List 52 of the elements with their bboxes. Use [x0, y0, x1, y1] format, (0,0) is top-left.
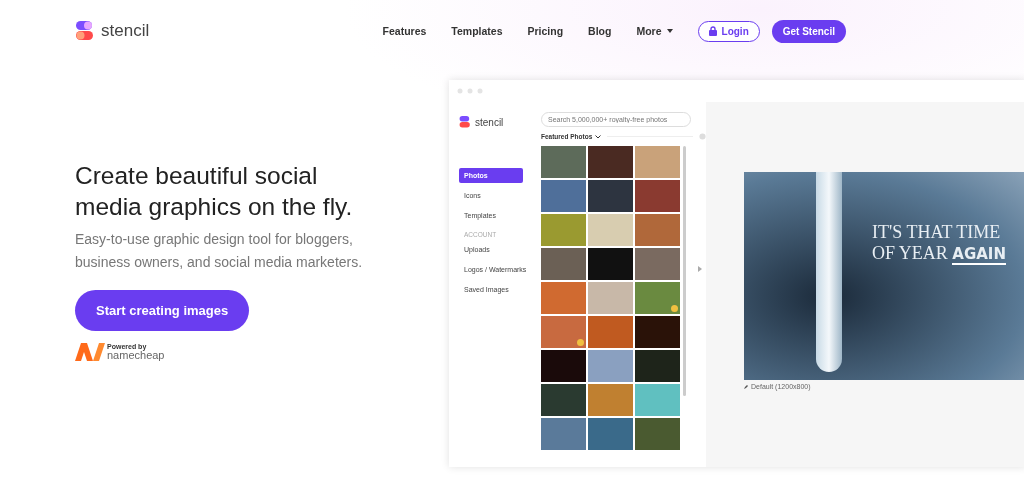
- caret-icon: [666, 29, 673, 33]
- collapse-arrow-icon: [698, 266, 702, 272]
- photo-placeholder[interactable]: [635, 316, 680, 348]
- photo-placeholder[interactable]: [635, 384, 680, 416]
- photo-placeholder[interactable]: [541, 316, 586, 348]
- photo-placeholder[interactable]: [635, 214, 680, 246]
- brand-name: stencil: [475, 116, 504, 128]
- photo-placeholder[interactable]: [588, 248, 633, 280]
- nav-link[interactable]: Blog: [588, 25, 612, 37]
- photo-placeholder[interactable]: [588, 418, 633, 450]
- login-button[interactable]: Login: [697, 20, 760, 42]
- n-logo-icon: [75, 343, 105, 361]
- photo-placeholder[interactable]: [635, 282, 680, 314]
- nav-dropdown[interactable]: More: [636, 25, 673, 37]
- start-creating-button[interactable]: Start creating images: [75, 290, 250, 331]
- pencil-icon: [744, 384, 749, 389]
- canvas-text: IT'S THAT TIME: [872, 222, 1002, 243]
- stencil-logo-icon: [459, 116, 471, 128]
- photo-placeholder[interactable]: [588, 316, 633, 348]
- photo-placeholder[interactable]: [588, 350, 633, 382]
- hero-subtitle: Easy-to-use graphic design tool for bloggers, business owners, and social media marketers.: [75, 230, 364, 272]
- photo-placeholder[interactable]: [588, 384, 633, 416]
- nav-link[interactable]: Pricing: [527, 25, 564, 37]
- photo-placeholder[interactable]: [635, 180, 680, 212]
- photo-placeholder[interactable]: [588, 146, 633, 178]
- nav-link[interactable]: Templates: [451, 25, 503, 37]
- photo-placeholder[interactable]: [588, 214, 633, 246]
- photo-placeholder[interactable]: [588, 180, 633, 212]
- photo-placeholder[interactable]: [588, 282, 633, 314]
- photo-placeholder[interactable]: [635, 248, 680, 280]
- scrollbar[interactable]: [683, 146, 686, 396]
- photo-placeholder[interactable]: [541, 146, 586, 178]
- photo-placeholder[interactable]: [541, 248, 586, 280]
- help-icon: [699, 133, 706, 140]
- photo-placeholder[interactable]: [541, 418, 586, 450]
- partner-name: namecheap: [107, 350, 165, 361]
- brand-name: stencil: [101, 21, 150, 41]
- stencil-logo-icon: [75, 21, 95, 41]
- chevron-down-icon: [595, 134, 602, 139]
- photo-placeholder[interactable]: [635, 146, 680, 178]
- hero-title: Create beautiful social media graphics on the fly.: [75, 161, 354, 222]
- photo-placeholder[interactable]: [541, 180, 586, 212]
- nav-link[interactable]: Features: [382, 25, 427, 37]
- photo-placeholder[interactable]: [541, 282, 586, 314]
- canvas-text: OF YEAR AGAIN: [872, 243, 1006, 265]
- lock-icon: [708, 26, 717, 36]
- get-stencil-button[interactable]: Get Stencil: [771, 19, 846, 43]
- photo-placeholder[interactable]: [541, 384, 586, 416]
- photo-placeholder[interactable]: [635, 418, 680, 450]
- photo-placeholder[interactable]: [541, 214, 586, 246]
- photo-placeholder[interactable]: [541, 350, 586, 382]
- photo-placeholder[interactable]: [635, 350, 680, 382]
